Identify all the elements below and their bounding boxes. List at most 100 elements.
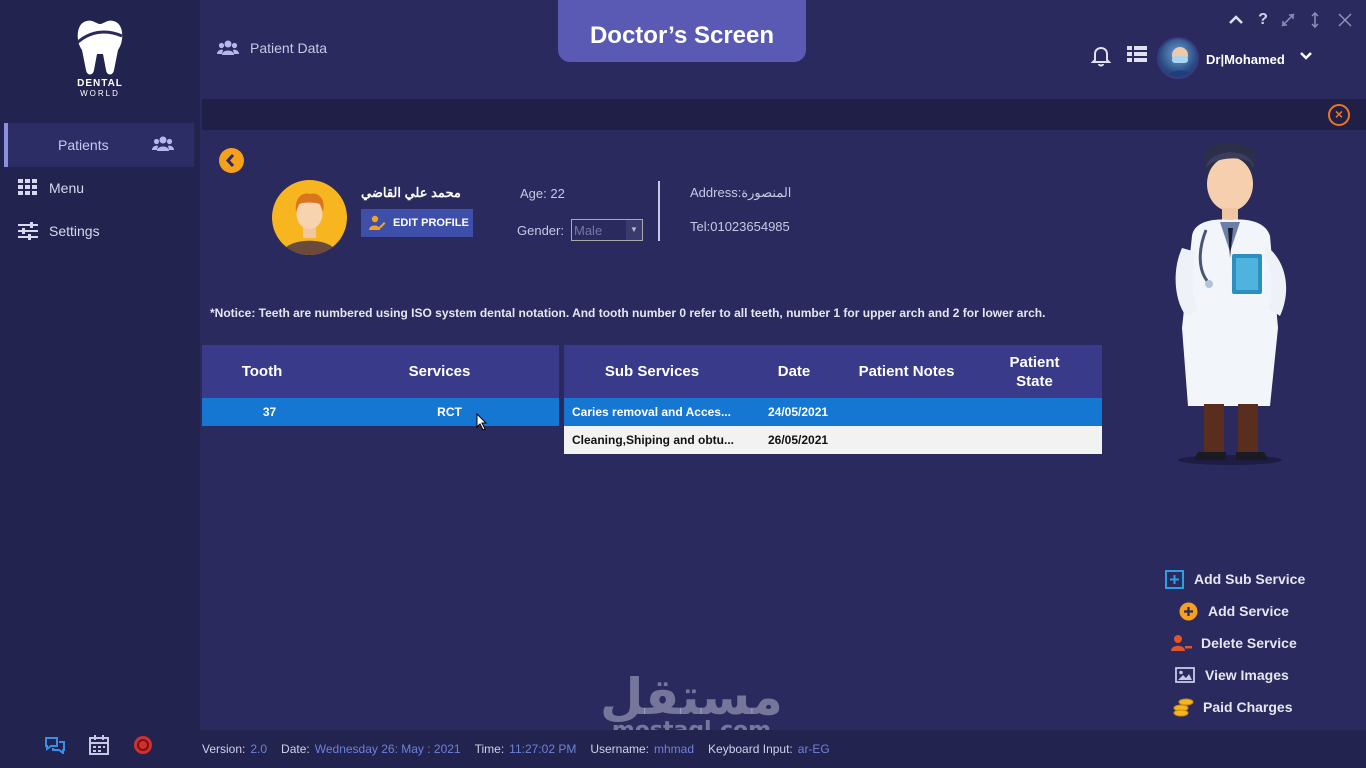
sliders-icon — [18, 222, 40, 240]
column-header-patient-state[interactable]: Patient State — [992, 345, 1077, 398]
keyboard-value: ar-EG — [797, 742, 830, 756]
column-header-sub-services[interactable]: Sub Services — [564, 345, 740, 398]
doctor-illustration — [1175, 142, 1287, 465]
resize-icon[interactable] — [1305, 10, 1325, 30]
table-header: Sub Services Date Patient Notes Patient … — [564, 345, 1102, 398]
table-row[interactable]: Cleaning,Shiping and obtu... 26/05/2021 — [564, 426, 1102, 454]
column-header-tooth[interactable]: Tooth — [222, 345, 302, 398]
action-label: View Images — [1205, 667, 1289, 683]
action-label: Delete Service — [1201, 635, 1297, 651]
tooth-logo-icon — [77, 20, 123, 75]
chevron-up-icon[interactable] — [1226, 10, 1246, 30]
cell-tooth: 37 — [262, 405, 277, 419]
keyboard-label: Keyboard Input: — [708, 742, 793, 756]
edit-profile-button[interactable]: EDIT PROFILE — [361, 209, 473, 237]
cell-state — [984, 426, 1084, 454]
plus-square-icon — [1163, 568, 1185, 590]
users-icon — [217, 40, 239, 55]
action-label: Add Service — [1208, 603, 1289, 619]
gender-value: Male — [574, 223, 603, 238]
column-header-services[interactable]: Services — [392, 345, 487, 398]
patient-address: Address:المنصورة — [690, 185, 791, 201]
add-service-button[interactable]: Add Service — [1177, 600, 1289, 622]
sidebar-item-patients[interactable]: Patients — [4, 123, 194, 167]
status-bar: Version: 2.0 Date: Wednesday 26: May : 2… — [200, 730, 1366, 768]
bell-icon[interactable] — [1090, 45, 1112, 72]
date-value: Wednesday 26: May : 2021 — [314, 742, 461, 756]
delete-service-button[interactable]: Delete Service — [1170, 632, 1297, 654]
close-icon[interactable] — [1335, 10, 1355, 30]
tel-label: Tel: — [690, 219, 711, 234]
user-name[interactable]: Dr|Mohamed — [1206, 52, 1285, 67]
chevron-down-icon[interactable] — [1300, 50, 1312, 64]
date-label: Date: — [281, 742, 310, 756]
sidebar-item-menu[interactable]: Menu — [18, 176, 84, 200]
gender-label: Gender: — [517, 223, 564, 238]
dropdown-arrow-icon: ▼ — [626, 220, 642, 240]
age-label: Age: — [520, 186, 547, 201]
address-label: Address: — [690, 185, 742, 200]
close-panel-icon[interactable]: × — [1328, 104, 1350, 126]
power-icon[interactable] — [133, 734, 153, 756]
cell-notes — [854, 426, 974, 454]
grid-icon — [18, 179, 40, 197]
view-images-button[interactable]: View Images — [1174, 664, 1289, 686]
page-title-text: Patient Data — [250, 40, 328, 56]
content-toolbar — [202, 99, 1366, 130]
table-row[interactable]: Caries removal and Acces... 24/05/2021 — [564, 398, 1102, 426]
username-value: mhmad — [654, 742, 695, 756]
action-label: Add Sub Service — [1194, 571, 1306, 587]
cell-sub-service: Caries removal and Acces... — [572, 405, 731, 419]
divider — [658, 181, 660, 241]
chat-icon[interactable] — [44, 734, 66, 756]
column-header-date[interactable]: Date — [744, 345, 844, 398]
table-row[interactable]: 37 RCT — [202, 398, 559, 426]
notice-text: *Notice: Teeth are numbered using ISO sy… — [210, 306, 1046, 320]
plus-circle-icon — [1177, 600, 1199, 622]
brand-name: DENTAL — [77, 78, 123, 89]
age-value: 22 — [550, 186, 565, 201]
help-icon[interactable]: ? — [1253, 10, 1273, 30]
patient-tel: Tel:01023654985 — [690, 219, 790, 234]
coins-icon — [1172, 696, 1194, 718]
sidebar-item-label: Settings — [49, 223, 100, 239]
avatar[interactable] — [1157, 37, 1199, 79]
paid-charges-button[interactable]: Paid Charges — [1172, 696, 1292, 718]
sidebar: DENTAL WORLD Patients Menu Settings — [0, 0, 200, 768]
mouse-cursor-icon — [476, 412, 488, 436]
user-minus-icon — [1170, 632, 1192, 654]
image-icon — [1174, 664, 1196, 686]
add-sub-service-button[interactable]: Add Sub Service — [1163, 568, 1305, 590]
cell-sub-service: Cleaning,Shiping and obtu... — [572, 433, 734, 447]
patient-name: محمد علي القاضي — [361, 185, 461, 200]
list-icon[interactable] — [1127, 45, 1147, 68]
table-header: Tooth Services — [202, 345, 559, 398]
page-title: Patient Data — [216, 40, 327, 56]
patient-age: Age: 22 — [520, 186, 565, 201]
cell-notes — [854, 398, 974, 426]
action-label: Paid Charges — [1203, 699, 1293, 715]
app-logo: DENTAL WORLD — [60, 16, 140, 98]
screen-badge: Doctor’s Screen — [558, 0, 806, 62]
version-label: Version: — [202, 742, 246, 756]
calendar-icon[interactable] — [89, 734, 109, 756]
minimize-icon[interactable] — [1278, 10, 1298, 30]
users-icon — [152, 136, 174, 157]
user-edit-icon — [369, 215, 386, 230]
username-label: Username: — [590, 742, 650, 756]
version-value: 2.0 — [250, 742, 268, 756]
cell-date: 26/05/2021 — [768, 433, 829, 447]
patient-avatar — [272, 180, 347, 255]
sidebar-item-label: Menu — [49, 180, 85, 196]
edit-profile-label: EDIT PROFILE — [393, 217, 469, 229]
sub-services-table: Sub Services Date Patient Notes Patient … — [564, 345, 1102, 454]
column-header-patient-notes[interactable]: Patient Notes — [844, 345, 969, 398]
services-table: Tooth Services 37 RCT — [202, 345, 559, 426]
sidebar-item-settings[interactable]: Settings — [18, 219, 100, 243]
gender-select[interactable]: Male ▼ — [571, 219, 643, 241]
tel-value: 01023654985 — [710, 219, 790, 234]
back-button[interactable] — [219, 148, 244, 173]
cell-state — [984, 398, 1084, 426]
time-value: 11:27:02 PM — [509, 742, 577, 756]
cell-date: 24/05/2021 — [768, 405, 829, 419]
